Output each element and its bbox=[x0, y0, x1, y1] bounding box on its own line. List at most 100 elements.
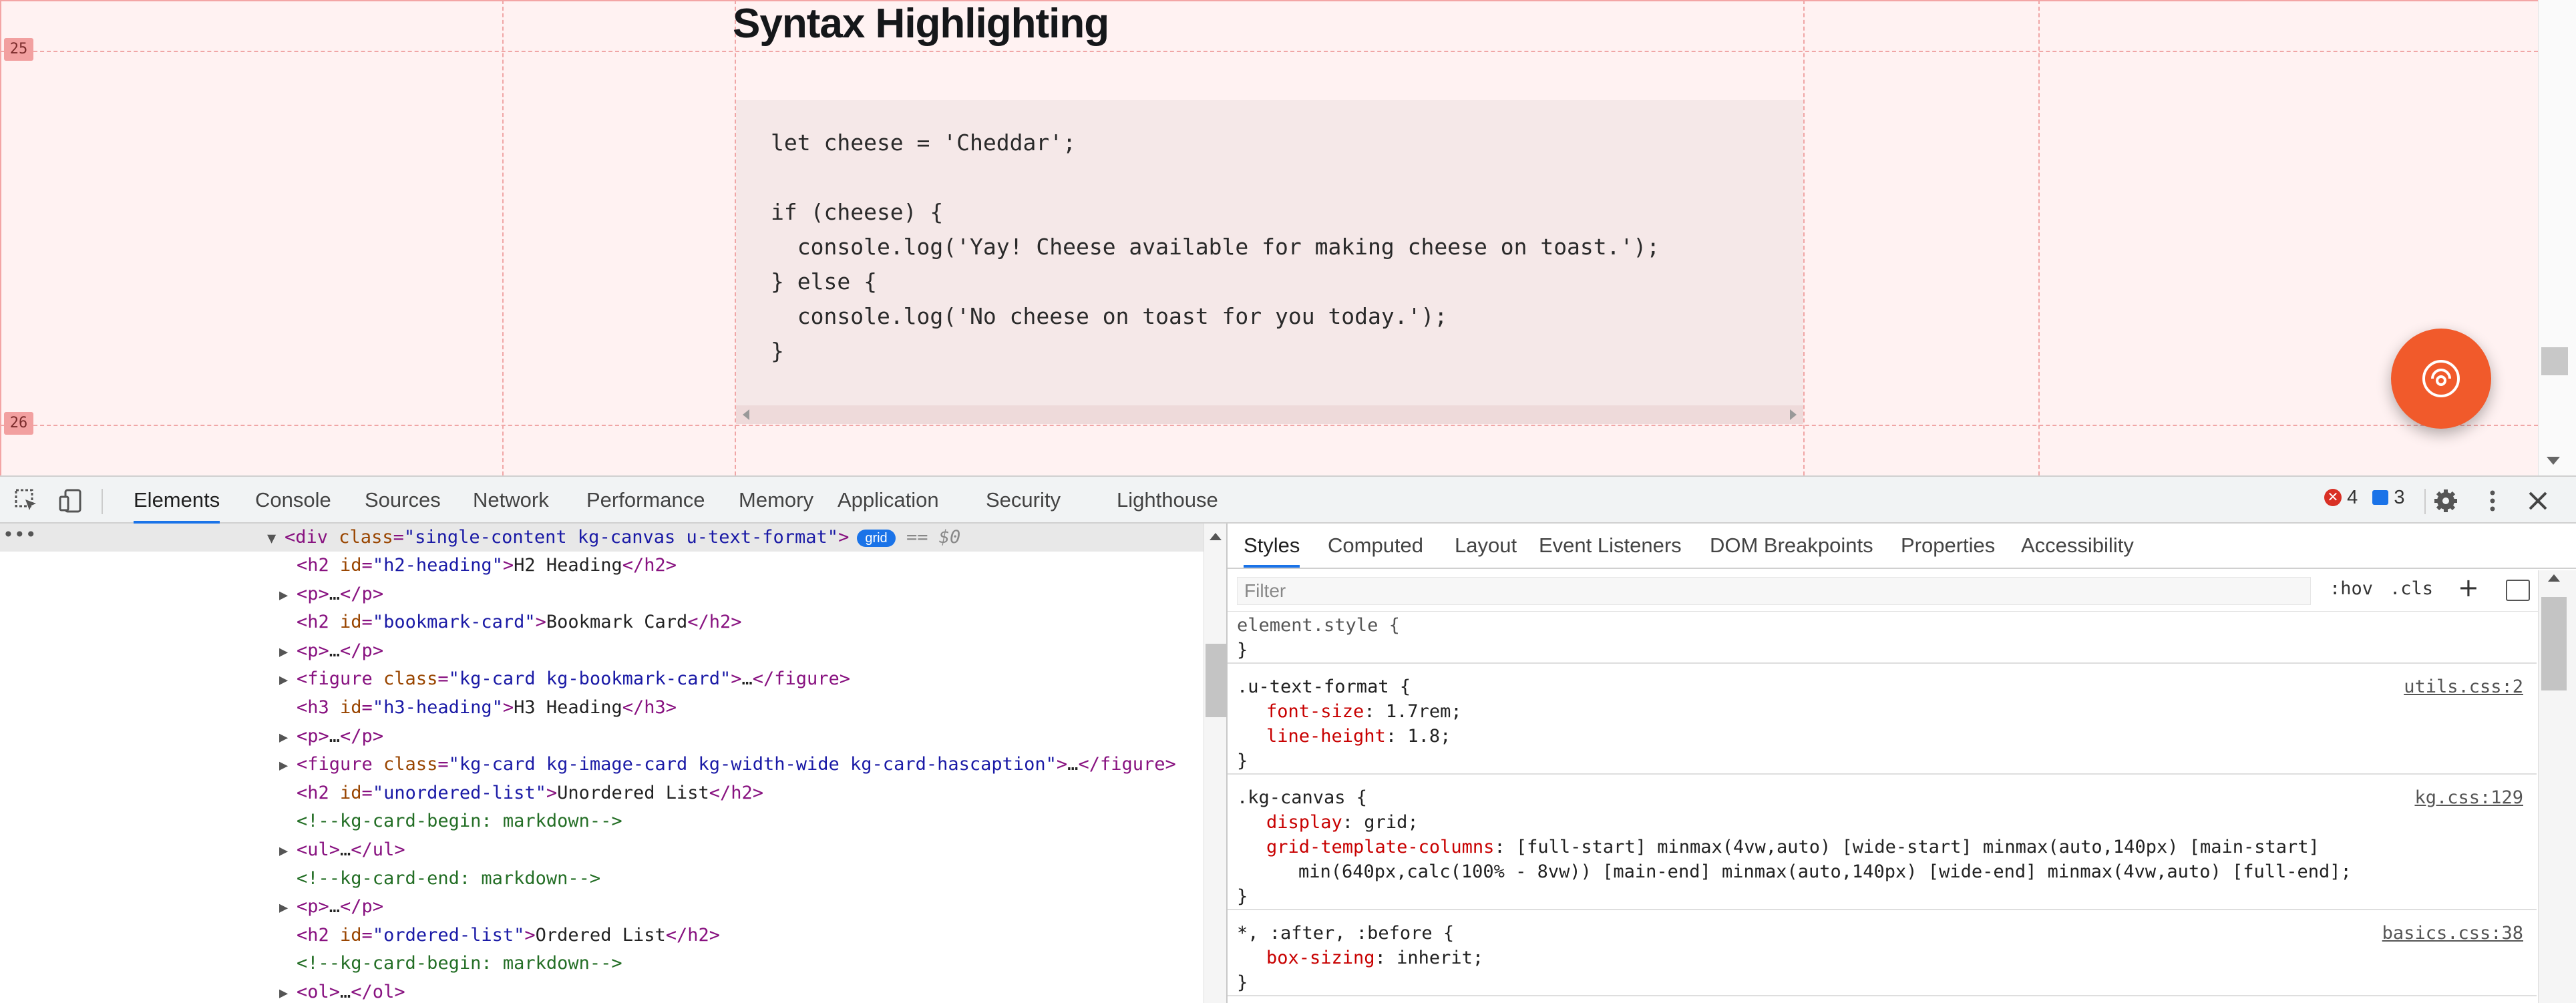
grid-line bbox=[0, 51, 2538, 52]
dom-node-selected[interactable]: ▼ <div class="single-content kg-canvas u-… bbox=[0, 524, 1204, 552]
tab-lighthouse[interactable]: Lighthouse bbox=[1117, 477, 1218, 524]
dom-node[interactable]: ▶ <p>…</p> bbox=[279, 893, 383, 921]
hov-toggle[interactable]: :hov bbox=[2330, 578, 2373, 599]
inspect-element-icon[interactable] bbox=[13, 487, 40, 514]
styles-tab-event-listeners[interactable]: Event Listeners bbox=[1539, 524, 1682, 568]
dom-token: </ol> bbox=[351, 982, 405, 1002]
rule-selector[interactable]: *, :after, :before {basics.css:38 bbox=[1228, 921, 2537, 946]
styles-scrollbar[interactable] bbox=[2538, 570, 2576, 1003]
expand-arrow-icon[interactable]: ▶ bbox=[279, 582, 297, 610]
expand-arrow-icon[interactable]: ▶ bbox=[279, 894, 297, 922]
elements-scrollbar[interactable] bbox=[1204, 524, 1228, 1003]
dom-token: <figure bbox=[297, 754, 384, 775]
rule-source-link[interactable]: utils.css:2 bbox=[2404, 674, 2523, 699]
tab-sources[interactable]: Sources bbox=[365, 477, 441, 524]
more-menu-icon[interactable] bbox=[2479, 487, 2506, 514]
styles-tab-styles[interactable]: Styles bbox=[1244, 524, 1300, 568]
scrollbar-thumb[interactable] bbox=[1206, 644, 1227, 717]
dom-token: > bbox=[524, 924, 536, 946]
dom-node[interactable]: ▶ <p>…</p> bbox=[279, 723, 383, 751]
code-horizontal-scrollbar[interactable] bbox=[736, 405, 1803, 424]
dom-token: Unordered List bbox=[557, 782, 709, 803]
dom-node[interactable]: <h2 id="ordered-list">Ordered List</h2> bbox=[279, 922, 720, 950]
dom-token: </p> bbox=[340, 640, 384, 661]
tab-performance[interactable]: Performance bbox=[586, 477, 705, 524]
tab-memory[interactable]: Memory bbox=[739, 477, 813, 524]
dom-node[interactable]: <h3 id="h3-heading">H3 Heading</h3> bbox=[279, 694, 677, 722]
style-declaration[interactable]: grid-template-columns: [full-start] minm… bbox=[1228, 835, 2537, 859]
dom-token: … bbox=[1067, 754, 1079, 775]
device-toolbar-icon[interactable] bbox=[57, 487, 84, 514]
dom-token: "ordered-list" bbox=[372, 924, 525, 946]
dom-node[interactable]: <!--kg-card-begin: markdown--> bbox=[279, 950, 622, 978]
scroll-left-icon[interactable] bbox=[743, 409, 749, 420]
dom-token: "kg-card kg-image-card kg-width-wide kg-… bbox=[448, 754, 1057, 775]
style-declaration[interactable]: box-sizing: inherit; bbox=[1228, 946, 2537, 970]
styles-tab-accessibility[interactable]: Accessibility bbox=[2021, 524, 2134, 568]
expand-arrow-icon[interactable]: ▶ bbox=[279, 980, 297, 1003]
settings-gear-icon[interactable] bbox=[2432, 487, 2459, 514]
styles-tab-layout[interactable]: Layout bbox=[1455, 524, 1517, 568]
new-rule-button[interactable]: + bbox=[2458, 573, 2479, 602]
toolbar-separator bbox=[2424, 489, 2426, 514]
expand-arrow-icon[interactable]: ▶ bbox=[279, 724, 297, 752]
dom-node[interactable]: ▶ <p>…</p> bbox=[279, 580, 383, 608]
tab-application[interactable]: Application bbox=[838, 477, 939, 524]
dom-node[interactable]: ▶ <figure class="kg-card kg-bookmark-card… bbox=[279, 665, 850, 693]
expand-arrow-icon[interactable]: ▶ bbox=[279, 666, 297, 694]
dom-token: id bbox=[340, 697, 362, 718]
expand-arrow-icon[interactable]: ▶ bbox=[279, 837, 297, 865]
rule-selector[interactable]: .u-text-format {utils.css:2 bbox=[1228, 674, 2537, 699]
scroll-right-icon[interactable] bbox=[1790, 409, 1797, 420]
page-scrollbar[interactable] bbox=[2538, 0, 2576, 475]
cls-toggle[interactable]: .cls bbox=[2390, 578, 2433, 599]
tab-security[interactable]: Security bbox=[986, 477, 1061, 524]
dom-token: "bookmark-card" bbox=[372, 612, 536, 633]
portal-chat-icon bbox=[2422, 360, 2460, 397]
dom-node[interactable]: ▶ <ol>…</ol> bbox=[279, 978, 405, 1003]
scrollbar-thumb[interactable] bbox=[2541, 597, 2567, 690]
close-icon[interactable] bbox=[2525, 487, 2551, 514]
grid-line bbox=[0, 425, 2538, 426]
dom-node[interactable]: ▶ <ul>…</ul> bbox=[279, 836, 405, 864]
dom-token: = bbox=[437, 668, 449, 690]
dom-token: <h2 bbox=[297, 555, 341, 576]
rule-selector[interactable]: element.style { bbox=[1228, 613, 2537, 638]
dom-node[interactable]: <h2 id="bookmark-card">Bookmark Card</h2… bbox=[279, 608, 742, 636]
style-declaration[interactable]: font-size: 1.7rem; bbox=[1228, 699, 2537, 724]
tab-console[interactable]: Console bbox=[255, 477, 331, 524]
expand-arrow-icon[interactable]: ▶ bbox=[279, 638, 297, 666]
tab-network[interactable]: Network bbox=[473, 477, 549, 524]
dom-node[interactable]: <h2 id="unordered-list">Unordered List</… bbox=[279, 779, 763, 807]
style-declaration[interactable]: line-height: 1.8; bbox=[1228, 724, 2537, 749]
collapse-arrow-icon[interactable]: ▼ bbox=[267, 525, 285, 553]
dom-token: <p> bbox=[297, 583, 329, 604]
tab-elements[interactable]: Elements bbox=[134, 477, 220, 524]
styles-tab-dom-breakpoints[interactable]: DOM Breakpoints bbox=[1710, 524, 1873, 568]
dom-node[interactable]: <h2 id="h2-heading">H2 Heading</h2> bbox=[279, 552, 677, 580]
dom-node[interactable]: <!--kg-card-end: markdown--> bbox=[279, 865, 600, 893]
rule-selector[interactable]: .kg-canvas {kg.css:129 bbox=[1228, 785, 2537, 810]
scroll-up-icon[interactable] bbox=[2548, 574, 2560, 582]
scroll-up-icon[interactable] bbox=[1210, 533, 1222, 540]
filter-input[interactable]: Filter bbox=[1237, 577, 2311, 605]
styles-tab-properties[interactable]: Properties bbox=[1901, 524, 1995, 568]
toggle-sidebar-icon[interactable] bbox=[2506, 580, 2530, 601]
dom-node[interactable]: <!--kg-card-begin: markdown--> bbox=[279, 807, 622, 835]
styles-tab-computed[interactable]: Computed bbox=[1328, 524, 1423, 568]
dom-token: </p> bbox=[340, 725, 384, 747]
style-declaration[interactable]: display: grid; bbox=[1228, 810, 2537, 835]
rule-source-link[interactable]: kg.css:129 bbox=[2414, 785, 2523, 810]
rule-source-link[interactable]: basics.css:38 bbox=[2382, 921, 2523, 946]
grid-badge[interactable]: grid bbox=[857, 529, 896, 547]
styles-filter-bar: Filter :hov .cls + bbox=[1228, 570, 2576, 612]
portal-chat-button[interactable] bbox=[2391, 329, 2491, 429]
error-icon: ✕ bbox=[2324, 489, 2342, 507]
scrollbar-thumb[interactable] bbox=[2541, 347, 2568, 375]
scroll-down-icon[interactable] bbox=[2547, 457, 2560, 465]
more-ancestors-icon[interactable]: ••• bbox=[3, 524, 37, 546]
dom-node[interactable]: ▶ <figure class="kg-card kg-image-card kg… bbox=[279, 751, 1176, 779]
issues-counter[interactable]: ✕ 4 3 bbox=[2324, 486, 2404, 513]
dom-node[interactable]: ▶ <p>…</p> bbox=[279, 637, 383, 665]
expand-arrow-icon[interactable]: ▶ bbox=[279, 752, 297, 780]
